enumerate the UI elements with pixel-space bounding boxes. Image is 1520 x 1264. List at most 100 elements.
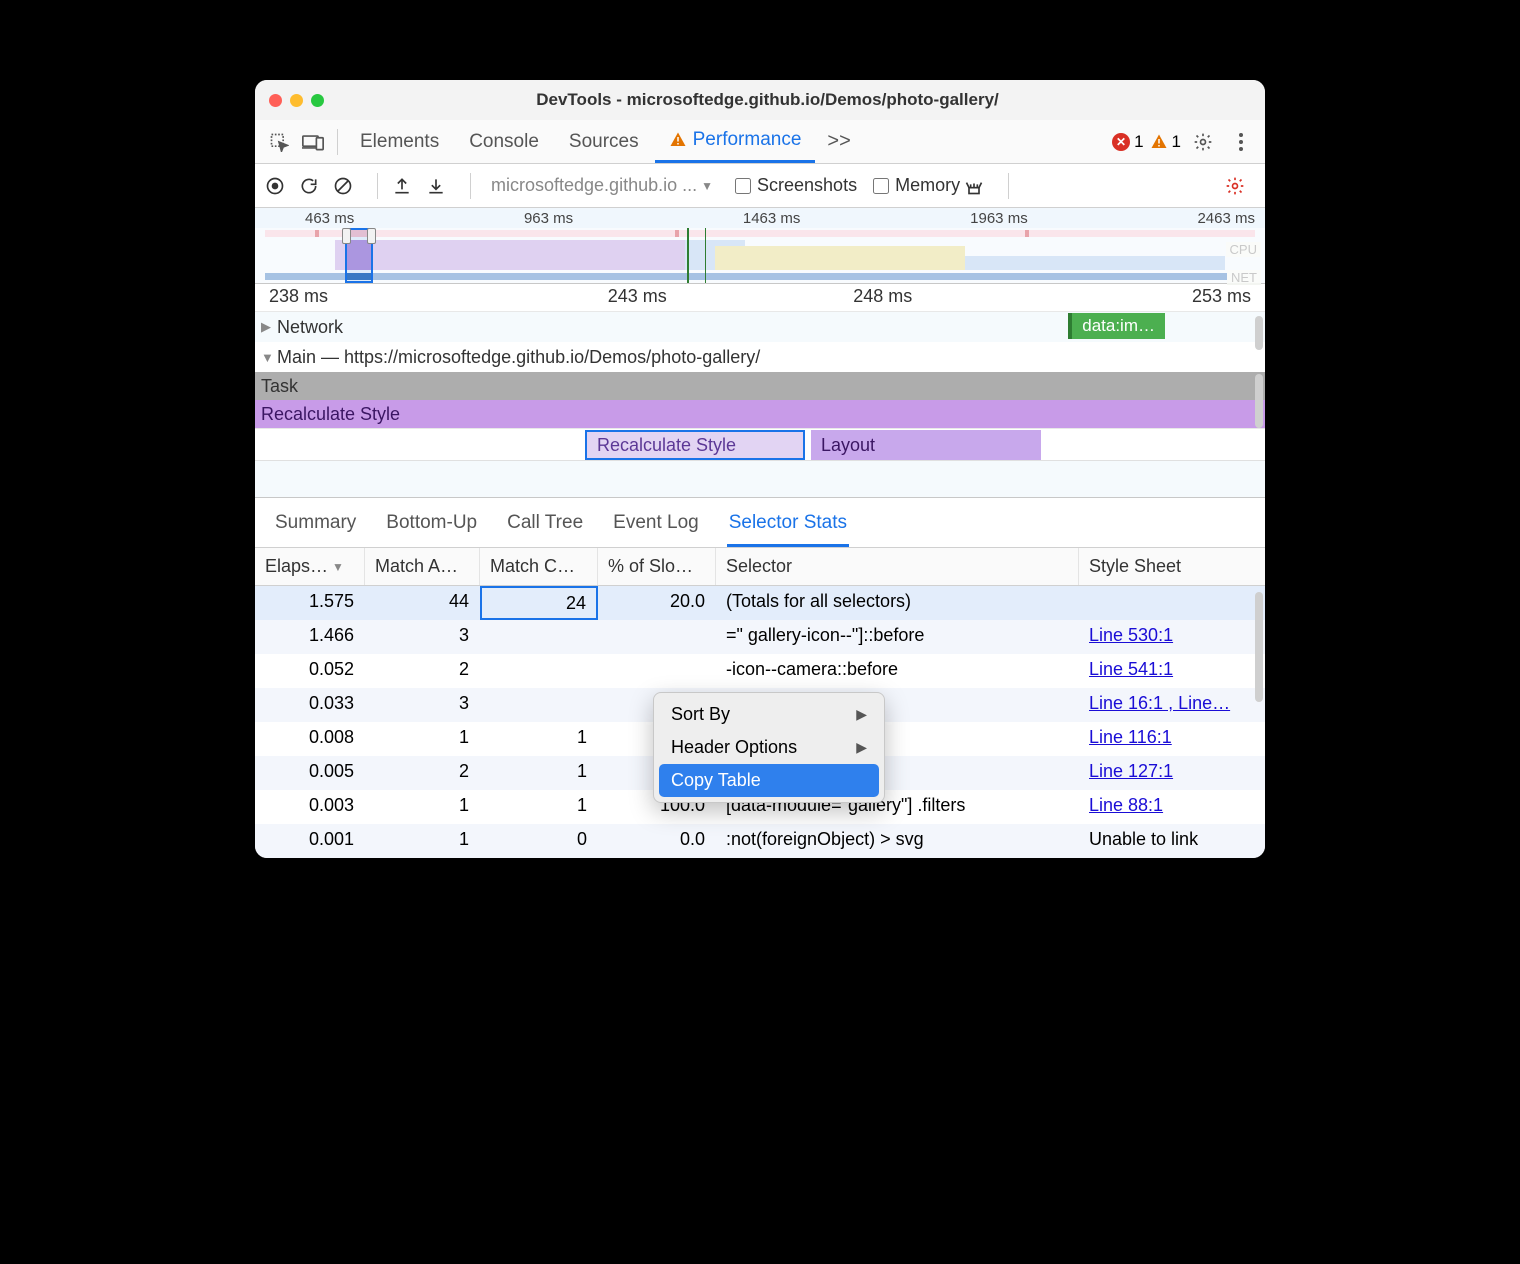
stylesheet-link[interactable]: Line 541:1 bbox=[1089, 659, 1173, 679]
col-elapsed[interactable]: Elaps…▼ bbox=[255, 548, 365, 585]
download-icon[interactable] bbox=[426, 176, 456, 196]
reload-button[interactable] bbox=[299, 176, 329, 196]
stylesheet-link[interactable]: Line 16:1 , Line… bbox=[1089, 693, 1230, 713]
kebab-menu-icon[interactable] bbox=[1225, 126, 1257, 158]
tick: 963 ms bbox=[524, 210, 573, 227]
tab-bottom-up[interactable]: Bottom-Up bbox=[384, 506, 479, 547]
scrollbar-thumb[interactable] bbox=[1255, 374, 1263, 428]
garbage-collect-icon[interactable] bbox=[964, 176, 994, 196]
network-resource[interactable]: data:im… bbox=[1068, 313, 1165, 339]
memory-input[interactable] bbox=[873, 178, 889, 194]
stylesheet-link[interactable]: Line 116:1 bbox=[1089, 727, 1172, 747]
separator bbox=[1008, 173, 1009, 199]
submenu-arrow-icon: ▶ bbox=[856, 739, 867, 756]
table-row[interactable]: 0.052 2 -icon--camera::before Line 541:1 bbox=[255, 654, 1265, 688]
recalculate-style-selected[interactable]: Recalculate Style bbox=[585, 430, 805, 460]
scrollbar-thumb[interactable] bbox=[1255, 592, 1263, 702]
stylesheet-link[interactable]: Line 530:1 bbox=[1089, 625, 1173, 645]
tab-call-tree[interactable]: Call Tree bbox=[505, 506, 585, 547]
ruler-tick: 248 ms bbox=[760, 286, 1006, 307]
selection-grip-right[interactable] bbox=[367, 228, 376, 244]
ruler-tick: 238 ms bbox=[269, 286, 515, 307]
screenshots-checkbox[interactable]: Screenshots bbox=[735, 175, 857, 196]
tab-summary[interactable]: Summary bbox=[273, 506, 358, 547]
cell-match-c: 1 bbox=[480, 790, 598, 824]
col-percent-slow[interactable]: % of Slo… bbox=[598, 548, 716, 585]
tab-sources[interactable]: Sources bbox=[555, 122, 653, 162]
overview-timeline[interactable]: 463 ms 963 ms 1463 ms 1963 ms 2463 ms CP… bbox=[255, 208, 1265, 284]
tab-elements[interactable]: Elements bbox=[346, 122, 453, 162]
ctx-sort-by[interactable]: Sort By ▶ bbox=[659, 698, 879, 731]
recalculate-style-bar[interactable]: Recalculate Style bbox=[255, 400, 1265, 428]
ctx-copy-table[interactable]: Copy Table bbox=[659, 764, 879, 797]
cell-match-c: 1 bbox=[480, 756, 598, 790]
cell-selector: :not(foreignObject) > svg bbox=[716, 824, 1079, 858]
stylesheet-link[interactable]: Line 88:1 bbox=[1089, 795, 1163, 815]
selection-grip-left[interactable] bbox=[342, 228, 351, 244]
separator bbox=[377, 173, 378, 199]
tab-event-log[interactable]: Event Log bbox=[611, 506, 701, 547]
tab-performance[interactable]: Performance bbox=[655, 120, 816, 163]
settings-icon[interactable] bbox=[1187, 126, 1219, 158]
context-menu: Sort By ▶ Header Options ▶ Copy Table bbox=[653, 692, 885, 803]
tab-selector-stats[interactable]: Selector Stats bbox=[727, 506, 849, 547]
task-bar[interactable]: Task bbox=[255, 372, 1265, 400]
stylesheet-link[interactable]: Line 127:1 bbox=[1089, 761, 1173, 781]
table-header: Elaps…▼ Match A… Match C… % of Slo… Sele… bbox=[255, 548, 1265, 586]
separator bbox=[337, 129, 338, 155]
cell-match-a: 44 bbox=[365, 586, 480, 620]
overview-ticks: 463 ms 963 ms 1463 ms 1963 ms 2463 ms bbox=[255, 208, 1265, 229]
cell-match-a: 1 bbox=[365, 790, 480, 824]
tick: 1463 ms bbox=[743, 210, 801, 227]
warning-count-value: 1 bbox=[1172, 132, 1181, 152]
cell-elapsed: 0.008 bbox=[255, 722, 365, 756]
col-selector[interactable]: Selector bbox=[716, 548, 1079, 585]
network-row[interactable]: ▶ Network data:im… bbox=[255, 312, 1265, 342]
warning-icon bbox=[669, 131, 687, 149]
devtools-window: DevTools - microsoftedge.github.io/Demos… bbox=[255, 80, 1265, 858]
screenshots-input[interactable] bbox=[735, 178, 751, 194]
toolbar-right: ✕ 1 1 bbox=[1112, 126, 1257, 158]
main-row[interactable]: ▼ Main — https://microsoftedge.github.io… bbox=[255, 342, 1265, 372]
device-toolbar-icon[interactable] bbox=[297, 126, 329, 158]
tick: 1963 ms bbox=[970, 210, 1028, 227]
scrollbar-thumb[interactable] bbox=[1255, 316, 1263, 350]
memory-checkbox[interactable]: Memory bbox=[873, 175, 960, 196]
disclosure-right-icon[interactable]: ▶ bbox=[261, 319, 277, 335]
ctx-header-options[interactable]: Header Options ▶ bbox=[659, 731, 879, 764]
table-row[interactable]: 0.001 1 0 0.0 :not(foreignObject) > svg … bbox=[255, 824, 1265, 858]
error-icon: ✕ bbox=[1112, 133, 1130, 151]
layout-bar[interactable]: Layout bbox=[811, 430, 1041, 460]
tab-console[interactable]: Console bbox=[455, 122, 553, 162]
cell-match-c: 1 bbox=[480, 722, 598, 756]
memory-label: Memory bbox=[895, 175, 960, 196]
profile-selector[interactable]: microsoftedge.github.io ... ▼ bbox=[485, 175, 719, 196]
col-match-attempts[interactable]: Match A… bbox=[365, 548, 480, 585]
clear-button[interactable] bbox=[333, 176, 363, 196]
sort-desc-icon: ▼ bbox=[332, 560, 344, 574]
error-count[interactable]: ✕ 1 bbox=[1112, 132, 1143, 152]
close-button[interactable] bbox=[269, 94, 282, 107]
upload-icon[interactable] bbox=[392, 176, 422, 196]
col-stylesheet[interactable]: Style Sheet bbox=[1079, 548, 1265, 585]
cell-slow: 20.0 bbox=[598, 586, 716, 620]
tick: 463 ms bbox=[305, 210, 354, 227]
cell-elapsed: 0.033 bbox=[255, 688, 365, 722]
warning-count[interactable]: 1 bbox=[1150, 132, 1181, 152]
cell-sheet: Unable to link bbox=[1079, 824, 1265, 858]
cell-match-c bbox=[480, 688, 598, 722]
cell-slow bbox=[598, 620, 716, 654]
col-match-count[interactable]: Match C… bbox=[480, 548, 598, 585]
overview-selection[interactable] bbox=[345, 228, 373, 283]
table-row[interactable]: 1.575 44 24 20.0 (Totals for all selecto… bbox=[255, 586, 1265, 620]
screenshots-label: Screenshots bbox=[757, 175, 857, 196]
table-row[interactable]: 1.466 3 =" gallery-icon--"]::before Line… bbox=[255, 620, 1265, 654]
perf-settings-icon[interactable] bbox=[1225, 176, 1255, 196]
more-tabs-button[interactable]: >> bbox=[817, 130, 860, 153]
flame-chart[interactable]: ▶ Network data:im… ▼ Main — https://micr… bbox=[255, 312, 1265, 498]
inspect-icon[interactable] bbox=[263, 126, 295, 158]
cell-match-a: 1 bbox=[365, 722, 480, 756]
disclosure-down-icon[interactable]: ▼ bbox=[261, 350, 277, 365]
tab-performance-label: Performance bbox=[693, 129, 802, 151]
record-button[interactable] bbox=[265, 176, 295, 196]
